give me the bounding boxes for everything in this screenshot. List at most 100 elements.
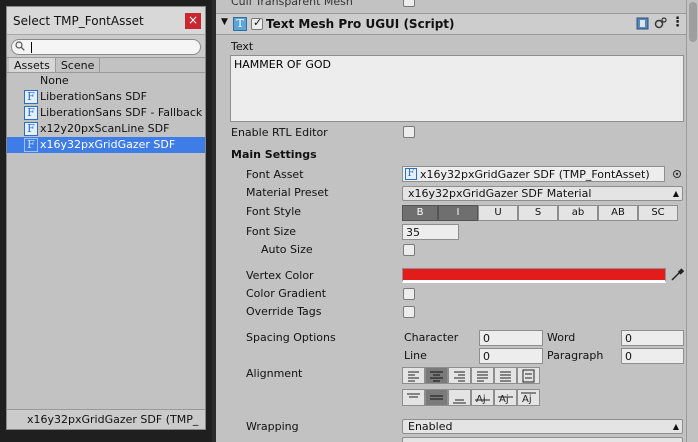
auto-size-label: Auto Size <box>261 243 313 256</box>
align-baseline-icon[interactable]: Aj <box>471 389 494 406</box>
close-icon[interactable]: × <box>185 13 201 29</box>
material-preset-label: Material Preset <box>246 186 329 199</box>
font-asset-picker-window: Select TMP_FontAsset × Assets Scene None… <box>0 0 212 442</box>
align-left-icon[interactable] <box>402 367 425 384</box>
character-spacing-field[interactable]: 0 <box>479 330 543 346</box>
font-style-buttons: B I U S ab AB SC <box>402 205 678 221</box>
wrapping-dropdown[interactable]: Enabled ▲ <box>402 419 683 434</box>
word-spacing-field[interactable]: 0 <box>621 330 684 346</box>
uppercase-button[interactable]: AB <box>598 205 638 221</box>
word-spacing-value: 0 <box>625 332 632 345</box>
override-tags-label: Override Tags <box>246 305 322 318</box>
list-item[interactable]: F LiberationSans SDF <box>7 89 205 105</box>
tmp-component-icon: T <box>233 17 247 31</box>
picker-footer: x16y32pxGridGazer SDF (TMP_ <box>7 409 205 429</box>
list-item-none[interactable]: None <box>7 73 205 89</box>
paragraph-spacing-label: Paragraph <box>547 349 604 362</box>
align-capline-icon[interactable]: Aj <box>517 389 540 406</box>
list-item-label: x16y32pxGridGazer SDF <box>40 138 176 151</box>
override-tags-checkbox[interactable] <box>403 306 415 318</box>
wrapping-label: Wrapping <box>246 420 299 433</box>
font-style-label: Font Style <box>246 205 302 218</box>
rtl-editor-label: Enable RTL Editor <box>231 126 328 139</box>
list-item-selected[interactable]: F x16y32pxGridGazer SDF <box>7 137 205 153</box>
line-spacing-label: Line <box>404 349 427 362</box>
align-geometry-center-icon[interactable] <box>517 367 540 384</box>
bold-button[interactable]: B <box>402 205 438 221</box>
inspector-panel: Cull Transparent Mesh ▼ T Text Mesh Pro … <box>216 0 698 442</box>
list-item-label: LiberationSans SDF <box>40 90 147 103</box>
text-caret <box>31 42 32 53</box>
font-asset-value: x16y32pxGridGazer SDF (TMP_FontAsset) <box>420 168 650 181</box>
auto-size-checkbox[interactable] <box>403 244 415 256</box>
tab-scene[interactable]: Scene <box>56 58 101 72</box>
main-settings-heading: Main Settings <box>231 148 317 161</box>
cull-transparent-mesh-label: Cull Transparent Mesh <box>231 0 353 8</box>
font-size-label: Font Size <box>246 225 297 238</box>
font-size-field[interactable]: 35 <box>402 224 459 240</box>
eyedropper-icon[interactable] <box>670 268 684 282</box>
align-midline-icon[interactable]: Aj <box>494 389 517 406</box>
font-asset-icon: F <box>24 90 38 104</box>
object-picker-icon[interactable] <box>672 169 682 179</box>
align-right-icon[interactable] <box>448 367 471 384</box>
character-spacing-label: Character <box>404 331 459 344</box>
settings-gear-icon[interactable] <box>654 17 667 30</box>
vertex-color-label: Vertex Color <box>246 269 314 282</box>
book-help-icon[interactable] <box>636 17 649 30</box>
search-input[interactable] <box>11 39 201 55</box>
align-top-icon[interactable] <box>402 389 425 406</box>
align-middle-icon[interactable] <box>425 389 448 406</box>
spacing-options-label: Spacing Options <box>246 331 336 344</box>
tab-assets[interactable]: Assets <box>9 58 56 72</box>
paragraph-spacing-field[interactable]: 0 <box>621 348 684 364</box>
cull-transparent-mesh-checkbox[interactable] <box>403 0 415 7</box>
italic-button[interactable]: I <box>438 205 478 221</box>
component-enabled-checkbox[interactable] <box>251 16 263 30</box>
smallcaps-button[interactable]: SC <box>638 205 678 221</box>
font-asset-icon: F <box>24 106 38 120</box>
align-justify-icon[interactable] <box>471 367 494 384</box>
font-asset-field[interactable]: F x16y32pxGridGazer SDF (TMP_FontAsset) <box>402 166 665 182</box>
svg-text:Aj: Aj <box>499 394 509 405</box>
list-item[interactable]: F x12y20pxScanLine SDF <box>7 121 205 137</box>
align-flush-icon[interactable] <box>494 367 517 384</box>
inspector-scrollbar[interactable] <box>686 0 698 442</box>
picker-search-bar <box>7 35 205 57</box>
rtl-editor-checkbox[interactable] <box>403 126 415 138</box>
font-asset-icon: F <box>405 168 417 180</box>
text-input-area[interactable]: HAMMER OF GOD <box>230 55 684 122</box>
search-icon <box>15 41 25 51</box>
strikethrough-button[interactable]: S <box>518 205 558 221</box>
horizontal-alignment-buttons <box>402 367 540 384</box>
alignment-label: Alignment <box>246 367 303 380</box>
font-asset-icon: F <box>24 122 38 136</box>
context-menu-icon[interactable]: ⋮ <box>671 15 684 30</box>
character-spacing-value: 0 <box>483 332 490 345</box>
picker-panel: Select TMP_FontAsset × Assets Scene None… <box>6 6 206 430</box>
word-spacing-label: Word <box>547 331 576 344</box>
vertical-alignment-buttons: Aj Aj Aj <box>402 389 540 406</box>
material-preset-dropdown[interactable]: x16y32pxGridGazer SDF Material ▲ <box>402 186 683 201</box>
overflow-dropdown[interactable] <box>402 437 683 442</box>
lowercase-button[interactable]: ab <box>558 205 598 221</box>
underline-button[interactable]: U <box>478 205 518 221</box>
align-center-icon[interactable] <box>425 367 448 384</box>
text-input-value: HAMMER OF GOD <box>234 58 332 71</box>
line-spacing-field[interactable]: 0 <box>479 348 543 364</box>
font-asset-label: Font Asset <box>246 168 304 181</box>
color-gradient-checkbox[interactable] <box>403 288 415 300</box>
line-spacing-value: 0 <box>483 350 490 363</box>
color-gradient-label: Color Gradient <box>246 287 327 300</box>
font-asset-icon: F <box>24 138 38 152</box>
scrollbar-thumb[interactable] <box>689 2 697 42</box>
paragraph-spacing-value: 0 <box>625 350 632 363</box>
foldout-arrow-icon[interactable]: ▼ <box>221 17 228 27</box>
material-preset-value: x16y32pxGridGazer SDF Material <box>408 187 592 200</box>
align-bottom-icon[interactable] <box>448 389 471 406</box>
list-item[interactable]: F LiberationSans SDF - Fallback <box>7 105 205 121</box>
wrapping-value: Enabled <box>408 420 453 433</box>
list-item-label: None <box>40 74 69 87</box>
list-item-label: x12y20pxScanLine SDF <box>40 122 170 135</box>
vertex-color-swatch[interactable] <box>402 268 666 283</box>
